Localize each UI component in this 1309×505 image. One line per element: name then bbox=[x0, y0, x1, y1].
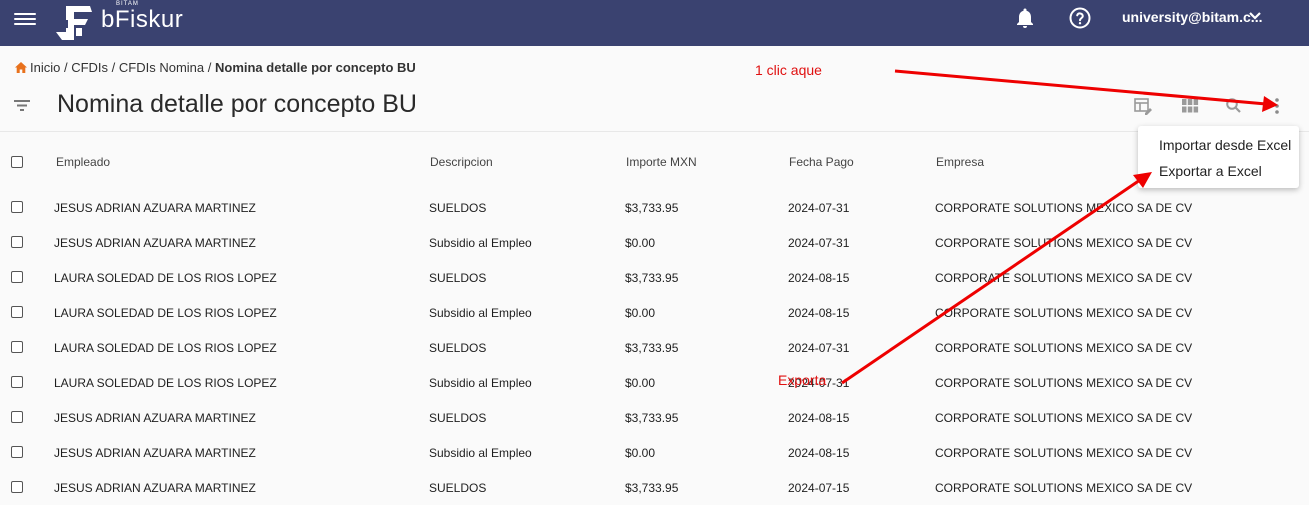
cell-importe: $3,733.95 bbox=[625, 271, 679, 285]
breadcrumb: Inicio / CFDIs / CFDIs Nomina / Nomina d… bbox=[15, 60, 416, 75]
logo-icon bbox=[56, 6, 92, 40]
cell-empresa: CORPORATE SOLUTIONS MEXICO SA DE CV bbox=[935, 271, 1193, 285]
breadcrumb-inicio[interactable]: Inicio bbox=[30, 60, 60, 75]
row-checkbox[interactable] bbox=[11, 306, 23, 318]
bell-icon[interactable] bbox=[1013, 6, 1037, 30]
brand-name: bFiskur bbox=[101, 6, 184, 33]
menu-item-export-excel[interactable]: Exportar a Excel bbox=[1159, 163, 1262, 179]
cell-fecha-pago: 2024-07-31 bbox=[788, 341, 850, 355]
cell-descripcion: Subsidio al Empleo bbox=[429, 236, 532, 250]
cell-empleado: JESUS ADRIAN AZUARA MARTINEZ bbox=[54, 201, 256, 215]
divider bbox=[0, 131, 1309, 132]
breadcrumb-separator: / bbox=[204, 60, 215, 75]
grid-icon[interactable] bbox=[1180, 96, 1200, 116]
row-checkbox[interactable] bbox=[11, 236, 23, 248]
table-row[interactable]: JESUS ADRIAN AZUARA MARTINEZ SUELDOS $3,… bbox=[0, 470, 1309, 505]
row-checkbox[interactable] bbox=[11, 446, 23, 458]
cell-empleado: JESUS ADRIAN AZUARA MARTINEZ bbox=[54, 411, 256, 425]
home-icon bbox=[15, 62, 27, 73]
cell-fecha-pago: 2024-07-31 bbox=[788, 236, 850, 250]
user-menu[interactable]: university@bitam.c... bbox=[1122, 9, 1262, 25]
cell-empresa: CORPORATE SOLUTIONS MEXICO SA DE CV bbox=[935, 306, 1193, 320]
cell-descripcion: SUELDOS bbox=[429, 271, 487, 285]
table-row[interactable]: JESUS ADRIAN AZUARA MARTINEZ SUELDOS $3,… bbox=[0, 400, 1309, 435]
row-checkbox[interactable] bbox=[11, 271, 23, 283]
row-checkbox[interactable] bbox=[11, 481, 23, 493]
breadcrumb-cfdis-nomina[interactable]: CFDIs Nomina bbox=[119, 60, 204, 75]
help-icon[interactable] bbox=[1068, 6, 1092, 30]
more-vert-icon[interactable] bbox=[1267, 96, 1287, 116]
cell-importe: $0.00 bbox=[625, 236, 656, 250]
top-bar: BITAM bFiskur university@bitam.c... bbox=[0, 0, 1309, 46]
cell-empleado: JESUS ADRIAN AZUARA MARTINEZ bbox=[54, 236, 256, 250]
column-header-empresa[interactable]: Empresa bbox=[936, 155, 984, 169]
breadcrumb-separator: / bbox=[108, 60, 119, 75]
cell-descripcion: SUELDOS bbox=[429, 481, 487, 495]
cell-empresa: CORPORATE SOLUTIONS MEXICO SA DE CV bbox=[935, 481, 1193, 495]
cell-empresa: CORPORATE SOLUTIONS MEXICO SA DE CV bbox=[935, 376, 1193, 390]
annotation-export-note: Exporta bbox=[778, 372, 827, 388]
cell-empresa: CORPORATE SOLUTIONS MEXICO SA DE CV bbox=[935, 201, 1193, 215]
row-checkbox[interactable] bbox=[11, 376, 23, 388]
column-header-fecha-pago[interactable]: Fecha Pago bbox=[789, 155, 854, 169]
chevron-down-icon[interactable] bbox=[1247, 8, 1263, 24]
cell-descripcion: SUELDOS bbox=[429, 341, 487, 355]
cell-importe: $3,733.95 bbox=[625, 411, 679, 425]
cell-fecha-pago: 2024-08-15 bbox=[788, 306, 850, 320]
filter-icon[interactable] bbox=[13, 97, 31, 113]
cell-fecha-pago: 2024-08-15 bbox=[788, 411, 850, 425]
cell-empleado: JESUS ADRIAN AZUARA MARTINEZ bbox=[54, 481, 256, 495]
cell-empresa: CORPORATE SOLUTIONS MEXICO SA DE CV bbox=[935, 236, 1193, 250]
cell-empleado: LAURA SOLEDAD DE LOS RIOS LOPEZ bbox=[54, 271, 277, 285]
table-row[interactable]: JESUS ADRIAN AZUARA MARTINEZ SUELDOS $3,… bbox=[0, 190, 1309, 225]
cell-fecha-pago: 2024-08-15 bbox=[788, 446, 850, 460]
cell-fecha-pago: 2024-07-31 bbox=[788, 201, 850, 215]
cell-empresa: CORPORATE SOLUTIONS MEXICO SA DE CV bbox=[935, 446, 1193, 460]
breadcrumb-cfdis[interactable]: CFDIs bbox=[71, 60, 108, 75]
cell-empleado: JESUS ADRIAN AZUARA MARTINEZ bbox=[54, 446, 256, 460]
table-header: Empleado Descripcion Importe MXN Fecha P… bbox=[0, 145, 1309, 179]
cell-fecha-pago: 2024-07-15 bbox=[788, 481, 850, 495]
cell-empleado: LAURA SOLEDAD DE LOS RIOS LOPEZ bbox=[54, 306, 277, 320]
table-row[interactable]: LAURA SOLEDAD DE LOS RIOS LOPEZ Subsidio… bbox=[0, 365, 1309, 400]
table-edit-icon[interactable] bbox=[1133, 96, 1153, 116]
row-checkbox[interactable] bbox=[11, 341, 23, 353]
page-title: Nomina detalle por concepto BU bbox=[57, 90, 417, 118]
select-all-checkbox[interactable] bbox=[11, 156, 23, 168]
cell-importe: $0.00 bbox=[625, 446, 656, 460]
cell-importe: $0.00 bbox=[625, 376, 656, 390]
table-row[interactable]: JESUS ADRIAN AZUARA MARTINEZ Subsidio al… bbox=[0, 435, 1309, 470]
cell-importe: $3,733.95 bbox=[625, 481, 679, 495]
table-row[interactable]: LAURA SOLEDAD DE LOS RIOS LOPEZ SUELDOS … bbox=[0, 330, 1309, 365]
table-row[interactable]: LAURA SOLEDAD DE LOS RIOS LOPEZ SUELDOS … bbox=[0, 260, 1309, 295]
cell-importe: $0.00 bbox=[625, 306, 656, 320]
cell-empresa: CORPORATE SOLUTIONS MEXICO SA DE CV bbox=[935, 411, 1193, 425]
breadcrumb-separator: / bbox=[60, 60, 72, 75]
row-checkbox[interactable] bbox=[11, 411, 23, 423]
column-header-importe[interactable]: Importe MXN bbox=[626, 155, 697, 169]
annotation-click-note: 1 clic aque bbox=[755, 62, 822, 78]
table-row[interactable]: JESUS ADRIAN AZUARA MARTINEZ Subsidio al… bbox=[0, 225, 1309, 260]
cell-fecha-pago: 2024-08-15 bbox=[788, 271, 850, 285]
cell-descripcion: Subsidio al Empleo bbox=[429, 376, 532, 390]
search-icon[interactable] bbox=[1224, 96, 1244, 116]
breadcrumb-current: Nomina detalle por concepto BU bbox=[214, 60, 416, 75]
cell-empleado: LAURA SOLEDAD DE LOS RIOS LOPEZ bbox=[54, 341, 277, 355]
cell-empleado: LAURA SOLEDAD DE LOS RIOS LOPEZ bbox=[54, 376, 277, 390]
cell-descripcion: SUELDOS bbox=[429, 411, 487, 425]
cell-descripcion: Subsidio al Empleo bbox=[429, 446, 532, 460]
row-checkbox[interactable] bbox=[11, 201, 23, 213]
cell-importe: $3,733.95 bbox=[625, 341, 679, 355]
column-header-empleado[interactable]: Empleado bbox=[56, 155, 110, 169]
cell-importe: $3,733.95 bbox=[625, 201, 679, 215]
menu-item-import-excel[interactable]: Importar desde Excel bbox=[1159, 137, 1291, 153]
column-header-descripcion[interactable]: Descripcion bbox=[430, 155, 493, 169]
table-row[interactable]: LAURA SOLEDAD DE LOS RIOS LOPEZ Subsidio… bbox=[0, 295, 1309, 330]
menu-icon[interactable] bbox=[14, 10, 36, 28]
cell-descripcion: SUELDOS bbox=[429, 201, 487, 215]
cell-descripcion: Subsidio al Empleo bbox=[429, 306, 532, 320]
cell-empresa: CORPORATE SOLUTIONS MEXICO SA DE CV bbox=[935, 341, 1193, 355]
more-options-menu: Importar desde Excel Exportar a Excel bbox=[1138, 126, 1299, 188]
